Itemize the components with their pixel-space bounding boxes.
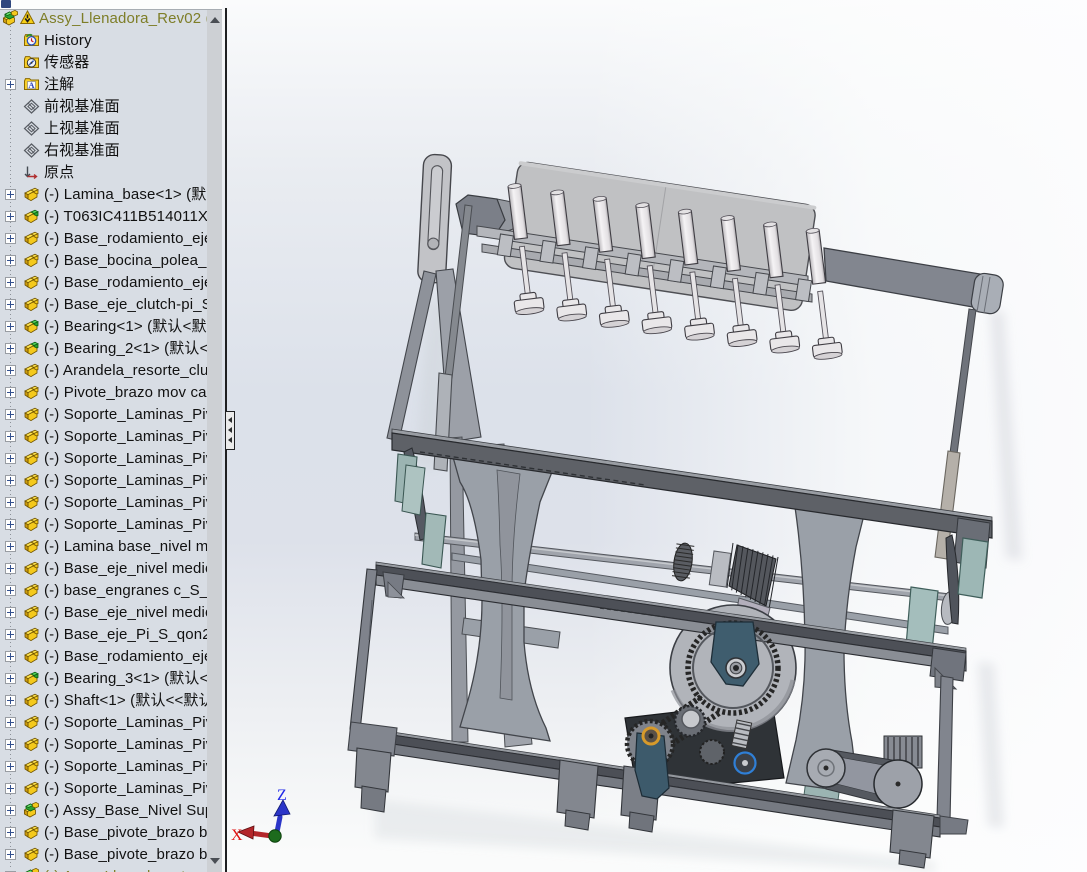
svg-text:Z: Z: [277, 787, 287, 804]
svg-text:X: X: [231, 827, 243, 844]
